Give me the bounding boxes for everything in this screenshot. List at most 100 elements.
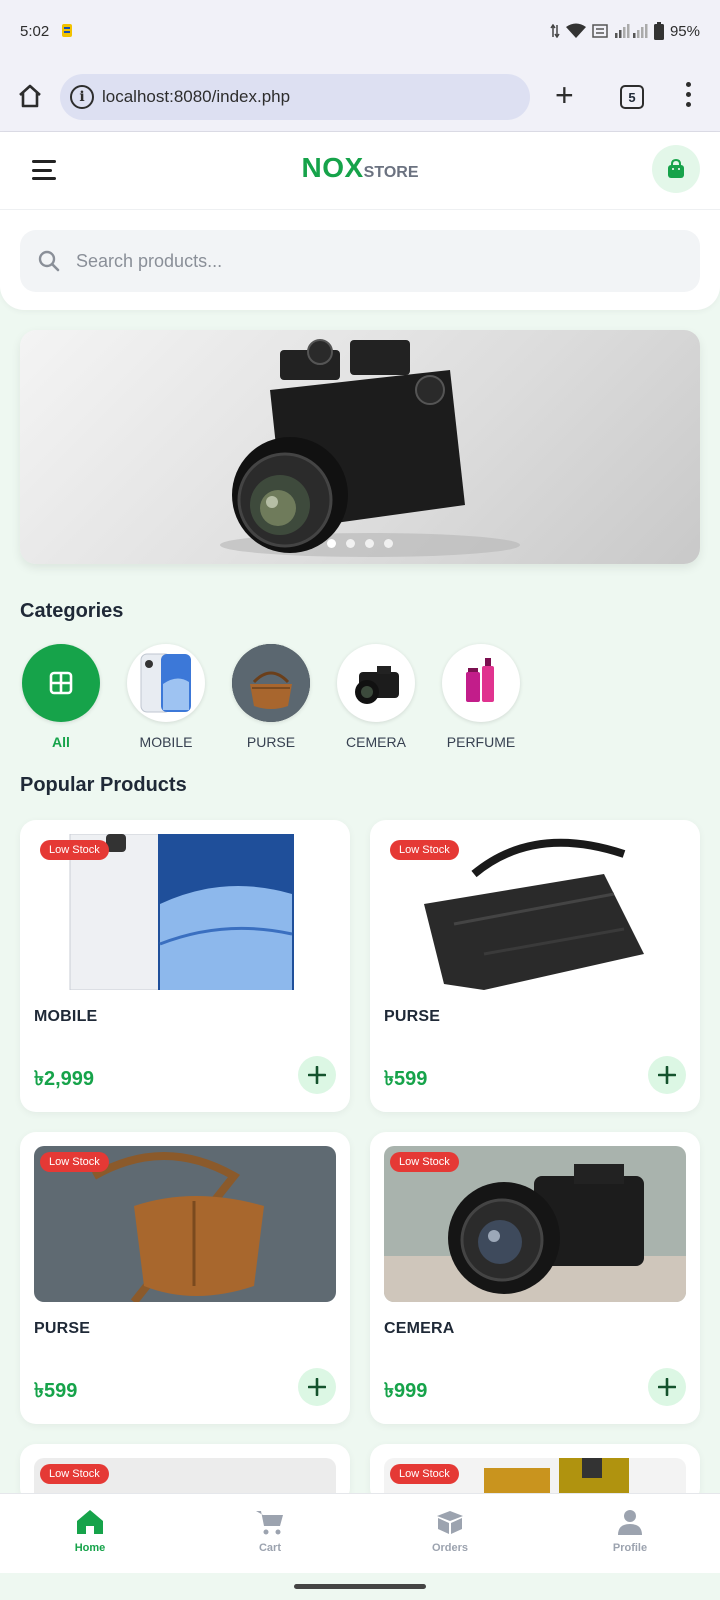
banner-dot[interactable] — [384, 539, 393, 548]
browser-menu-button[interactable] — [686, 82, 692, 107]
status-bar: 5:02 95% — [0, 0, 720, 62]
nav-home[interactable]: Home — [0, 1494, 180, 1573]
battery-icon — [653, 22, 664, 40]
category-all[interactable]: All — [22, 644, 100, 750]
product-name[interactable]: MOBILE — [34, 1008, 97, 1026]
category-label: MOBILE — [139, 734, 193, 750]
app-header: NOXSTORE — [0, 132, 720, 310]
info-icon[interactable]: i — [70, 85, 94, 109]
product-card[interactable]: Low Stock CEMERA ৳999 — [370, 1132, 700, 1424]
category-label: PERFUME — [446, 734, 516, 750]
add-to-cart-button[interactable] — [298, 1056, 336, 1094]
product-price: ৳2,999 — [34, 1068, 95, 1090]
user-icon — [618, 1510, 642, 1535]
browser-toolbar: i localhost:8080/index.php + 5 — [0, 62, 720, 132]
category-purse[interactable]: PURSE — [232, 644, 310, 750]
product-image[interactable]: Low Stock — [384, 1146, 686, 1302]
cart-bag-button[interactable] — [652, 145, 700, 193]
banner-dot[interactable] — [327, 539, 336, 548]
address-bar[interactable]: i localhost:8080/index.php — [60, 74, 530, 120]
plus-icon — [308, 1378, 326, 1396]
product-image[interactable]: Low Stock — [34, 1146, 336, 1302]
plus-icon — [658, 1066, 676, 1084]
banner-pagination — [20, 539, 700, 548]
category-label: PURSE — [246, 734, 296, 750]
low-stock-badge: Low Stock — [390, 1152, 459, 1172]
search-bar[interactable] — [20, 230, 700, 292]
nav-label: Profile — [612, 1542, 648, 1554]
camera-thumb — [355, 666, 399, 704]
banner-dot[interactable] — [365, 539, 374, 548]
product-card[interactable]: Low Stock PURSE ৳599 — [370, 820, 700, 1112]
nav-cart[interactable]: Cart — [180, 1494, 360, 1573]
tab-switcher-button[interactable]: 5 — [620, 85, 644, 109]
category-label: All — [52, 734, 70, 750]
category-purse-circle[interactable] — [232, 644, 310, 722]
category-camera[interactable]: CEMERA — [337, 644, 415, 750]
add-to-cart-button[interactable] — [648, 1368, 686, 1406]
product-price: ৳599 — [34, 1380, 78, 1402]
product-card[interactable]: Low Stock PURSE ৳599 — [20, 1132, 350, 1424]
add-to-cart-button[interactable] — [298, 1368, 336, 1406]
bottom-navigation: Home Cart Orders Profile — [0, 1493, 720, 1573]
low-stock-badge: Low Stock — [390, 1464, 459, 1484]
nav-label: Home — [74, 1542, 106, 1554]
low-stock-badge: Low Stock — [390, 840, 459, 860]
store-logo[interactable]: NOXSTORE — [0, 152, 720, 184]
perfume-thumb — [466, 658, 494, 702]
product-price: ৳599 — [384, 1068, 428, 1090]
product-name[interactable]: PURSE — [384, 1008, 440, 1026]
add-to-cart-button[interactable] — [648, 1056, 686, 1094]
grid-icon — [49, 671, 73, 695]
category-mobile-circle[interactable] — [127, 644, 205, 722]
gesture-bar — [0, 1573, 720, 1600]
low-stock-badge: Low Stock — [40, 840, 109, 860]
top-navbar: NOXSTORE — [0, 132, 720, 210]
data-icon — [592, 24, 608, 38]
plus-icon — [308, 1066, 326, 1084]
categories-title: Categories — [20, 600, 124, 622]
search-input[interactable] — [76, 250, 656, 272]
product-image[interactable]: Low Stock — [34, 834, 336, 990]
product-name[interactable]: CEMERA — [384, 1320, 455, 1338]
nav-label: Orders — [431, 1542, 469, 1554]
product-price: ৳999 — [384, 1380, 428, 1402]
product-image[interactable]: Low Stock — [384, 834, 686, 990]
home-icon[interactable] — [16, 82, 44, 110]
category-list: All MOBILE PURSE CEMERA PERFUME — [22, 644, 520, 750]
category-perfume[interactable]: PERFUME — [442, 644, 520, 750]
home-icon — [77, 1510, 103, 1534]
nav-orders[interactable]: Orders — [360, 1494, 540, 1573]
battery-level: 95% — [669, 22, 700, 40]
cell-signal-icon — [614, 24, 648, 38]
popular-products-title: Popular Products — [20, 774, 187, 796]
plus-icon — [658, 1378, 676, 1396]
product-card[interactable]: Low Stock MOBILE ৳2,999 — [20, 820, 350, 1112]
promo-banner[interactable] — [20, 330, 700, 564]
gesture-handle[interactable] — [294, 1584, 426, 1589]
logo-main: NOX — [301, 152, 364, 183]
purse-thumb — [232, 644, 310, 722]
shopping-bag-icon — [668, 159, 684, 178]
notification-icon — [62, 24, 73, 37]
new-tab-button[interactable]: + — [555, 79, 574, 111]
product-name[interactable]: PURSE — [34, 1320, 90, 1338]
wifi-icon — [565, 23, 586, 38]
banner-camera-image — [220, 339, 520, 557]
low-stock-badge: Low Stock — [40, 1464, 109, 1484]
category-mobile[interactable]: MOBILE — [127, 644, 205, 750]
category-label: CEMERA — [346, 734, 406, 750]
phone-thumb — [140, 653, 191, 713]
search-icon — [38, 250, 60, 272]
low-stock-badge: Low Stock — [40, 1152, 109, 1172]
cart-icon — [256, 1511, 283, 1535]
category-perfume-circle[interactable] — [442, 644, 520, 722]
box-icon — [437, 1511, 463, 1534]
banner-dot[interactable] — [346, 539, 355, 548]
category-camera-circle[interactable] — [337, 644, 415, 722]
nav-profile[interactable]: Profile — [540, 1494, 720, 1573]
url-text[interactable]: localhost:8080/index.php — [102, 87, 290, 107]
signal-arrows-icon — [550, 24, 560, 38]
nav-label: Cart — [258, 1542, 281, 1554]
category-all-circle[interactable] — [22, 644, 100, 722]
